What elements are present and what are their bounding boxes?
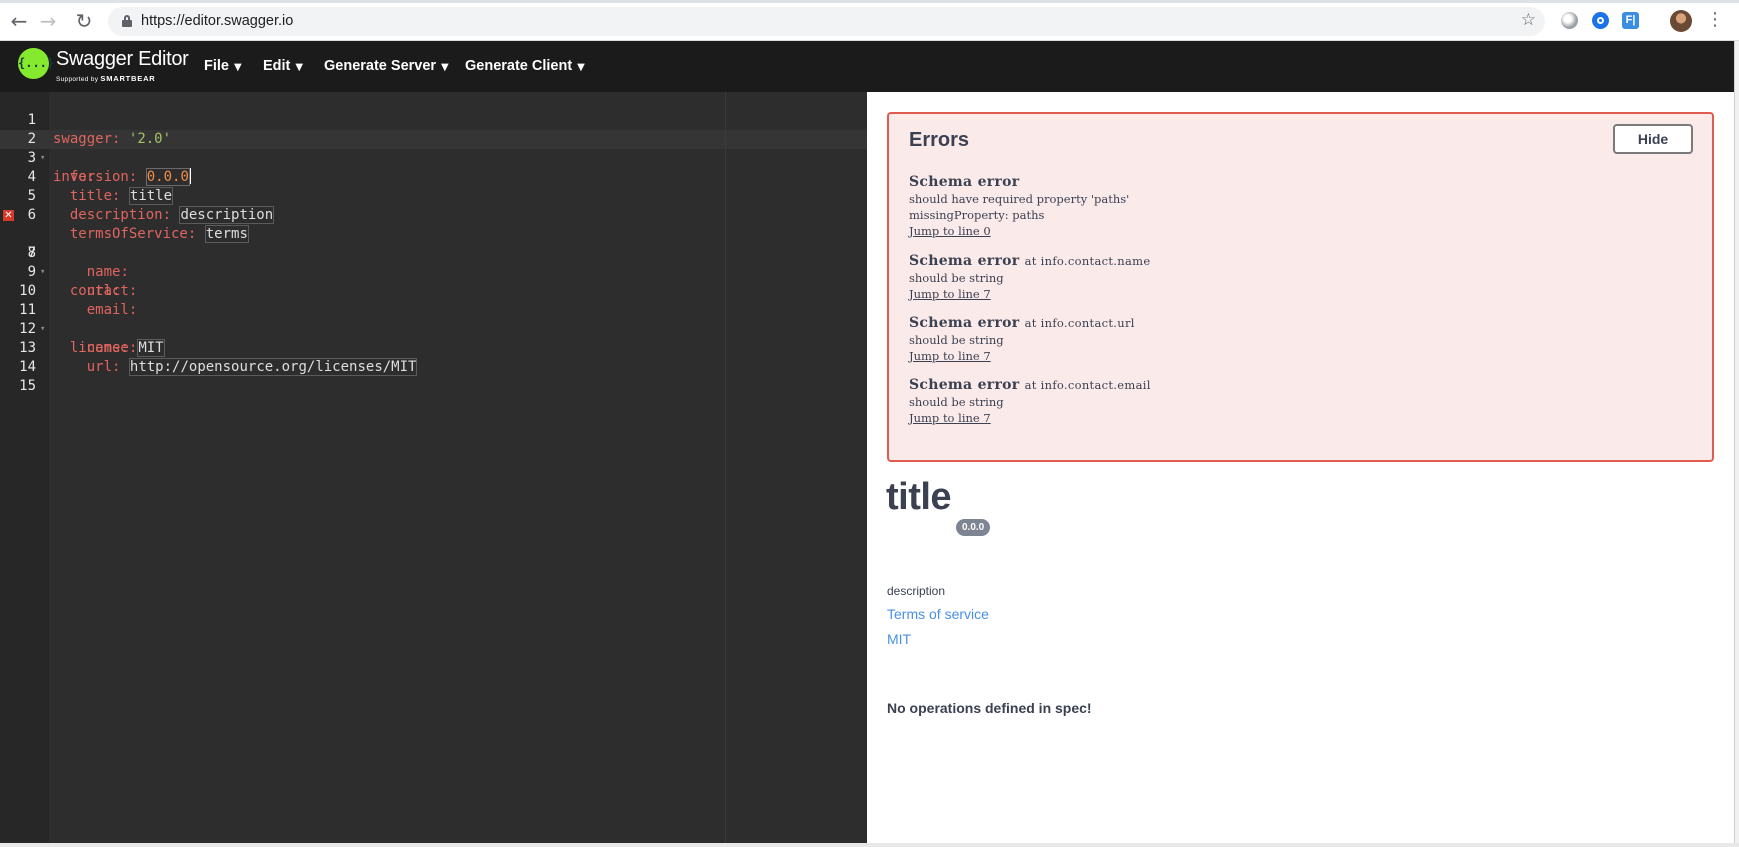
version-badge: 0.0.0: [956, 519, 991, 536]
code-line[interactable]: 4 title: title: [0, 149, 867, 205]
tab-strip: [0, 0, 1739, 3]
error-message: missingProperty: paths: [909, 208, 1045, 222]
error-head-text: Schema error: [909, 174, 1020, 190]
jump-to-line-link[interactable]: Jump to line 0: [909, 223, 1129, 239]
preview-pane: Errors Hide Schema error should have req…: [867, 92, 1734, 847]
terms-of-service-link[interactable]: Terms of service: [887, 606, 989, 622]
profile-avatar[interactable]: [1670, 10, 1692, 32]
error-message: should be string: [909, 333, 1004, 347]
chevron-down-icon: ▼: [295, 62, 304, 73]
browser-toolbar: ← → ↻ https://editor.swagger.io ☆ F| ⋮: [0, 0, 1739, 41]
error-item: Schema error at info.contact.name should…: [909, 253, 1150, 302]
code-line[interactable]: 5 description: description: [0, 168, 867, 224]
subtitle-brand: SMARTBEAR: [100, 74, 156, 83]
jump-to-line-link[interactable]: Jump to line 7: [909, 286, 1150, 302]
jump-to-line-link[interactable]: Jump to line 7: [909, 410, 1151, 426]
bookmark-star-icon[interactable]: ☆: [1521, 10, 1536, 30]
chevron-down-icon: ▼: [441, 62, 449, 73]
code-line[interactable]: 9 url:: [0, 244, 867, 299]
code-line[interactable]: 11 ▾ license:: [0, 282, 867, 356]
error-path: at info.contact.email: [1024, 378, 1151, 392]
code-line[interactable]: 15: [0, 358, 867, 394]
chevron-down-icon: ▼: [233, 62, 242, 73]
app-title: Swagger Editor: [56, 48, 189, 70]
url-text[interactable]: https://editor.swagger.io: [141, 13, 293, 29]
menu-generate-server-label: Generate Server: [324, 58, 437, 74]
error-head-text: Schema error: [909, 377, 1020, 393]
error-heading: Schema error at info.contact.email: [909, 377, 1151, 394]
code-line[interactable]: 1 swagger: '2.0': [0, 92, 867, 147]
error-path: at info.contact.name: [1024, 254, 1151, 268]
app-subtitle: Supported by SMARTBEAR: [56, 74, 156, 83]
swagger-logo-icon[interactable]: {...}: [18, 48, 54, 79]
error-item: Schema error should have required proper…: [909, 174, 1129, 239]
code-line[interactable]: 8 name:: [0, 225, 867, 280]
lock-icon: [122, 15, 132, 27]
error-message: should be string: [909, 395, 1004, 409]
error-marker-icon[interactable]: ✕: [3, 210, 14, 221]
error-head-text: Schema error: [909, 253, 1020, 269]
extension-blue-icon[interactable]: [1592, 12, 1609, 29]
browser-menu-icon[interactable]: ⋮: [1706, 10, 1724, 30]
menu-generate-client-label: Generate Client: [465, 58, 573, 74]
yaml-editor[interactable]: 1 swagger: '2.0' 2 ▾ info: 3 version: 0.…: [0, 92, 867, 847]
swagger-topbar: {...} Swagger Editor Supported by SMARTB…: [0, 41, 1734, 92]
code-line[interactable]: 14: [0, 339, 867, 375]
code-line-error[interactable]: ✕ 7 ▾ contact:: [0, 206, 867, 299]
code-line[interactable]: 12 name: MIT: [0, 301, 867, 357]
error-item: Schema error at info.contact.url should …: [909, 315, 1135, 364]
window-edge: [1734, 41, 1739, 847]
api-title: title: [886, 476, 952, 518]
error-heading: Schema error at info.contact.name: [909, 253, 1150, 270]
hide-errors-button[interactable]: Hide: [1613, 124, 1693, 154]
error-head-text: Schema error: [909, 315, 1020, 331]
code-line[interactable]: 10 email:: [0, 263, 867, 318]
chevron-down-icon: ▼: [577, 62, 585, 73]
extension-circle-icon[interactable]: [1561, 12, 1578, 29]
error-path: at info.contact.url: [1024, 316, 1135, 330]
jump-to-line-link[interactable]: Jump to line 7: [909, 348, 1135, 364]
code-line[interactable]: 13 url: http://opensource.org/licenses/M…: [0, 320, 867, 376]
reload-icon[interactable]: ↻: [73, 10, 95, 32]
menu-file[interactable]: File ▼: [204, 58, 242, 74]
error-heading: Schema error at info.contact.url: [909, 315, 1135, 332]
back-arrow-icon[interactable]: ←: [8, 10, 30, 32]
error-message: should have required property 'paths': [909, 192, 1130, 206]
menu-generate-server[interactable]: Generate Server ▼: [324, 58, 449, 74]
subtitle-prefix: Supported by: [56, 76, 99, 83]
errors-title: Errors: [909, 129, 970, 151]
error-item: Schema error at info.contact.email shoul…: [909, 377, 1151, 426]
menu-file-label: File: [204, 58, 229, 74]
extension-square-icon[interactable]: F|: [1622, 12, 1639, 29]
menu-generate-client[interactable]: Generate Client ▼: [465, 58, 585, 74]
error-heading: Schema error: [909, 174, 1129, 191]
error-message: should be string: [909, 271, 1004, 285]
address-bar[interactable]: https://editor.swagger.io ☆: [108, 7, 1545, 36]
errors-panel: Errors Hide Schema error should have req…: [887, 112, 1714, 462]
line-number: 15: [19, 378, 36, 394]
menu-edit[interactable]: Edit ▼: [263, 58, 303, 74]
no-operations-message: No operations defined in spec!: [887, 700, 1092, 716]
bottom-edge: [0, 843, 1739, 847]
code-line[interactable]: 2 ▾ info:: [0, 111, 867, 185]
license-link[interactable]: MIT: [887, 631, 911, 647]
forward-arrow-icon[interactable]: →: [37, 10, 59, 32]
menu-edit-label: Edit: [263, 58, 291, 74]
api-description: description: [887, 584, 946, 598]
code-line-active[interactable]: 3 version: 0.0.0: [0, 130, 867, 186]
code-line[interactable]: 6 termsOfService: terms: [0, 187, 867, 243]
